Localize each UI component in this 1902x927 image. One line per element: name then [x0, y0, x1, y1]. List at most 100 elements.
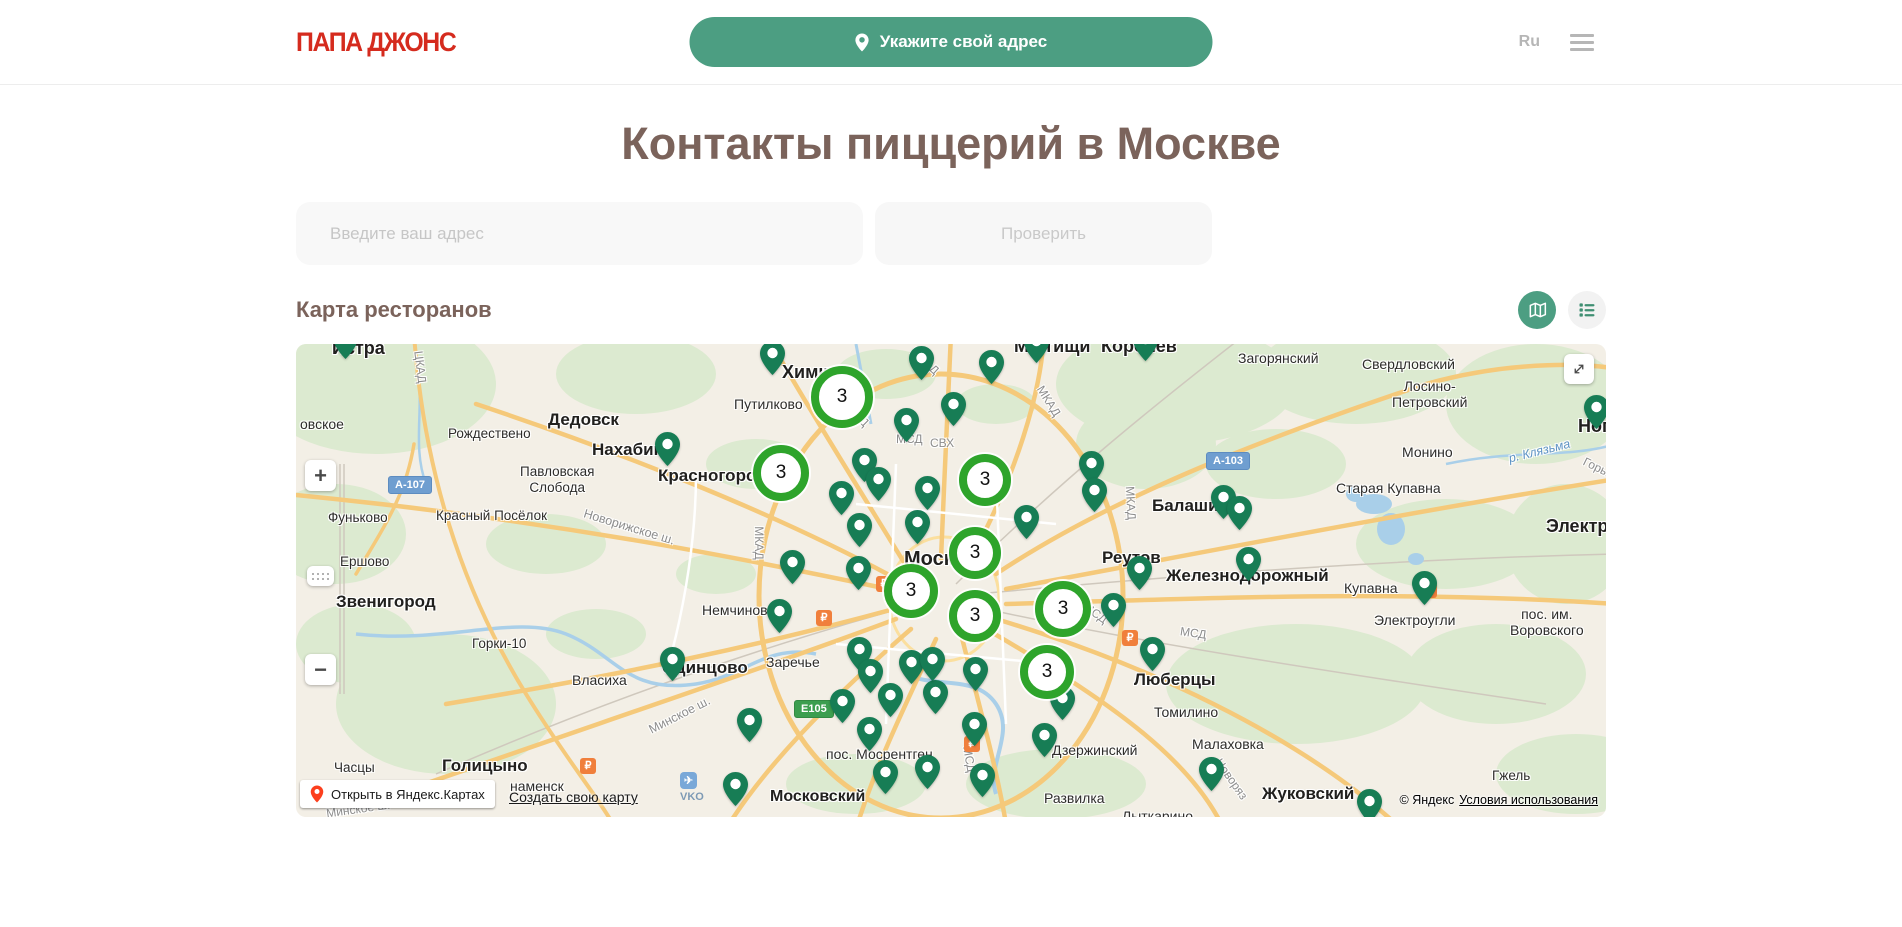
- map-pin[interactable]: [914, 475, 941, 511]
- address-input[interactable]: [296, 202, 863, 265]
- map-pin[interactable]: [908, 345, 935, 381]
- zoom-out-button[interactable]: −: [305, 654, 336, 685]
- map-place-label: МКАД: [1123, 486, 1139, 520]
- map-place-label: Томилино: [1154, 704, 1218, 720]
- road-badge: E105: [794, 700, 834, 718]
- map-pin[interactable]: [1023, 344, 1050, 364]
- map-place-label: овское: [300, 416, 344, 432]
- map-pin[interactable]: [969, 762, 996, 798]
- map-place-label: Свердловский: [1362, 356, 1455, 372]
- map-pin[interactable]: [961, 711, 988, 747]
- map-view-toggle[interactable]: [1518, 291, 1556, 329]
- map-place-label: Дедовск: [548, 410, 619, 430]
- map-pin[interactable]: [845, 555, 872, 591]
- zoom-in-button[interactable]: +: [305, 460, 336, 491]
- map-pin[interactable]: [1583, 394, 1606, 430]
- map-place-label: Павловская Слобода: [520, 464, 594, 495]
- map-section-title: Карта ресторанов: [296, 297, 492, 323]
- map-pin[interactable]: [722, 771, 749, 807]
- map-pin[interactable]: [846, 512, 873, 548]
- list-view-toggle[interactable]: [1568, 291, 1606, 329]
- map-cluster[interactable]: 3: [753, 445, 809, 501]
- expand-arrows-icon: [1570, 360, 1588, 378]
- language-switcher[interactable]: Ru: [1519, 33, 1540, 51]
- ruler-tool-button[interactable]: [307, 566, 334, 586]
- map-pin[interactable]: [940, 391, 967, 427]
- map-pin[interactable]: [919, 646, 946, 682]
- view-toggles: [1518, 291, 1606, 329]
- map-cluster[interactable]: 3: [959, 454, 1011, 506]
- map-place-label: Электроугли: [1374, 612, 1455, 628]
- map-icon: [1527, 300, 1547, 320]
- map-cluster[interactable]: 3: [811, 366, 873, 428]
- map-pin[interactable]: [332, 344, 359, 360]
- papa-johns-logo[interactable]: ПАПА ДЖОНС: [296, 27, 455, 58]
- road-badge: А-107: [388, 476, 432, 494]
- map-pin[interactable]: [1198, 756, 1225, 792]
- map-pin[interactable]: [828, 480, 855, 516]
- terms-of-use-link[interactable]: Условия использования: [1459, 793, 1598, 807]
- map-pin[interactable]: [1013, 504, 1040, 540]
- map-pin[interactable]: [857, 658, 884, 694]
- map-pin[interactable]: [1356, 788, 1383, 817]
- map-pin[interactable]: [865, 466, 892, 502]
- map-pin[interactable]: [1235, 546, 1262, 582]
- map-place-label: Купавна: [1344, 580, 1397, 596]
- map-cluster[interactable]: 3: [1035, 581, 1091, 637]
- map-pin[interactable]: [1100, 592, 1127, 628]
- road-badge: ₽: [580, 758, 596, 774]
- location-pin-icon: [855, 33, 870, 52]
- menu-hamburger-icon[interactable]: [1570, 30, 1594, 55]
- map-pin[interactable]: [1139, 636, 1166, 672]
- airplane-icon: ✈: [680, 772, 697, 789]
- map-place-label: Звенигород: [336, 592, 436, 612]
- fullscreen-button[interactable]: [1564, 354, 1594, 384]
- map-cluster[interactable]: 3: [1020, 645, 1074, 699]
- map-cluster[interactable]: 3: [949, 590, 1001, 642]
- road-badge: А-103: [1206, 452, 1250, 470]
- map-cluster[interactable]: 3: [949, 527, 1001, 579]
- map-pin[interactable]: [759, 344, 786, 376]
- map-pin[interactable]: [829, 688, 856, 724]
- yandex-map[interactable]: ИстраМытищиКоролевЗагорянскийСвердловски…: [296, 344, 1606, 817]
- open-in-yandex-maps-link[interactable]: Открыть в Яндекс.Картах: [300, 780, 495, 808]
- map-pin[interactable]: [914, 754, 941, 790]
- map-place-label: пос. им. Воровского: [1510, 606, 1584, 638]
- map-pin[interactable]: [856, 716, 883, 752]
- map-pin[interactable]: [654, 431, 681, 467]
- map-pin[interactable]: [893, 407, 920, 443]
- map-pin[interactable]: [904, 509, 931, 545]
- map-pin[interactable]: [872, 759, 899, 795]
- map-cluster[interactable]: 3: [884, 564, 938, 618]
- map-pin[interactable]: [659, 646, 686, 682]
- map-pin[interactable]: [779, 549, 806, 585]
- road-badge: ✈VKO: [680, 772, 704, 804]
- map-attribution: © Яндекс Условия использования: [1400, 793, 1598, 807]
- check-address-button[interactable]: Проверить: [875, 202, 1212, 265]
- open-in-yandex-maps-label: Открыть в Яндекс.Картах: [331, 787, 485, 802]
- map-pin[interactable]: [978, 349, 1005, 385]
- create-your-map-link[interactable]: Создать свою карту: [509, 789, 638, 805]
- set-address-button[interactable]: Укажите свой адрес: [690, 17, 1213, 67]
- map-pin[interactable]: [1031, 722, 1058, 758]
- map-place-label: МСД: [1179, 624, 1207, 642]
- map-pin[interactable]: [1411, 570, 1438, 606]
- header: ПАПА ДЖОНС Укажите свой адрес Ru: [0, 0, 1902, 85]
- map-pin[interactable]: [1081, 477, 1108, 513]
- ruler-dots-icon: [312, 573, 329, 575]
- map-pin[interactable]: [1126, 555, 1153, 591]
- map-place-label: МКАД: [752, 526, 766, 560]
- ruler-dots-icon: [312, 578, 329, 580]
- map-place-label: СВХ: [930, 436, 954, 450]
- map-place-label: Гжель: [1492, 768, 1530, 783]
- map-pin[interactable]: [962, 656, 989, 692]
- map-pin[interactable]: [1226, 495, 1253, 531]
- map-place-label: Красногорск: [658, 466, 764, 486]
- page-title: Контакты пиццерий в Москве: [0, 118, 1902, 170]
- map-pin[interactable]: [736, 707, 763, 743]
- map-pin[interactable]: [766, 598, 793, 634]
- map-pin[interactable]: [922, 679, 949, 715]
- map-place-label: Путилково: [734, 396, 803, 412]
- set-address-label: Укажите свой адрес: [880, 32, 1047, 52]
- map-pin[interactable]: [1132, 344, 1159, 362]
